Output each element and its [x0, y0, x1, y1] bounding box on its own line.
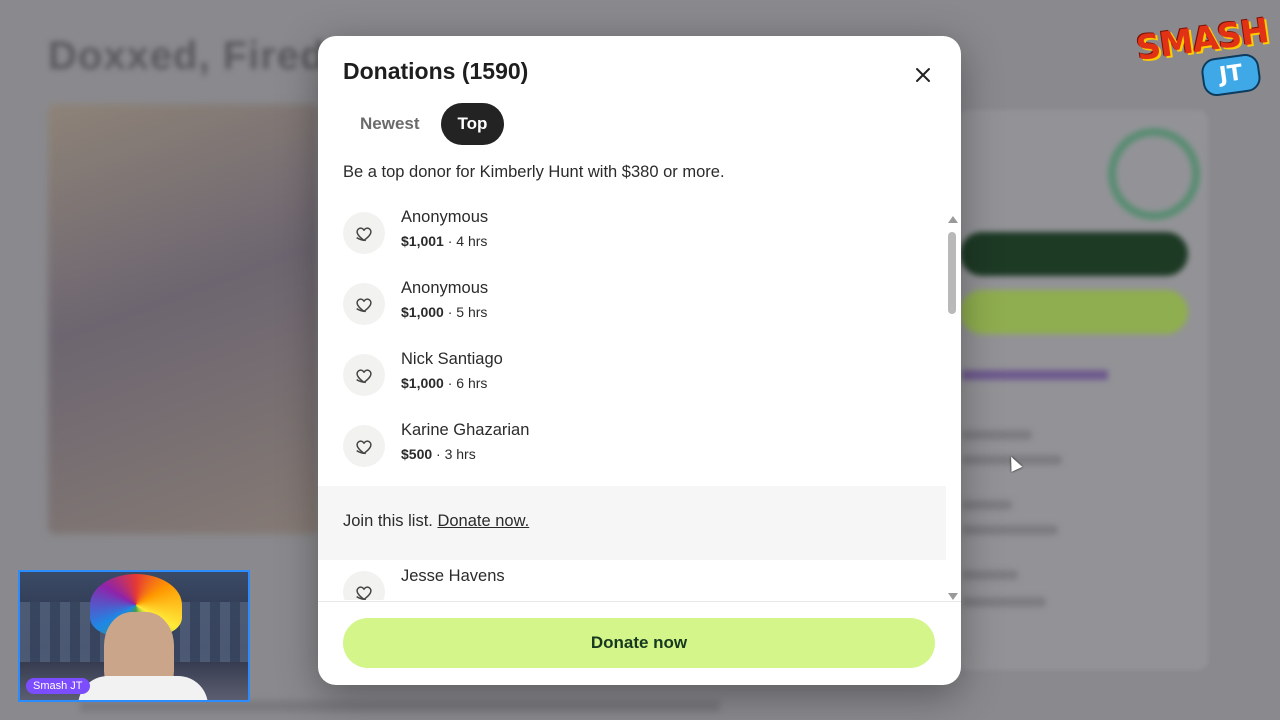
webcam-shirt: [78, 676, 208, 700]
donor-name: Nick Santiago: [401, 350, 503, 368]
smash-jt-logo: SMASH JT: [1134, 11, 1271, 98]
sort-tabs: Newest Top: [343, 103, 505, 145]
donor-name: Jesse Havens: [401, 567, 505, 585]
heart-hand-icon: [343, 283, 385, 325]
donation-time: · 4 hrs: [447, 233, 488, 249]
webcam-name-label: Smash JT: [26, 678, 90, 694]
donor-name: Anonymous: [401, 208, 489, 226]
list-item: Nick Santiago $1,000 · 6 hrs: [343, 348, 903, 404]
join-list-label: Join this list.: [343, 512, 433, 530]
background-highlight-line: [962, 370, 1108, 380]
logo-sub-text: JT: [1199, 52, 1263, 98]
scroll-up-arrow-icon[interactable]: [948, 216, 958, 223]
background-fundraiser-photo: [48, 104, 318, 534]
list-item: Anonymous $1,001 · 4 hrs: [343, 206, 903, 262]
list-item: Anonymous $1,000 · 5 hrs: [343, 277, 903, 333]
background-share-button: [960, 232, 1188, 276]
donation-time: · 5 hrs: [447, 304, 488, 320]
list-item: Karine Ghazarian $500 · 3 hrs: [343, 419, 903, 475]
donation-amount: $1,000: [401, 304, 444, 320]
join-donate-link[interactable]: Donate now.: [437, 512, 529, 530]
donation-amount: $500: [401, 446, 433, 462]
scroll-down-arrow-icon[interactable]: [948, 593, 958, 600]
close-icon: [916, 68, 930, 82]
heart-hand-icon: [343, 425, 385, 467]
background-text-line: [962, 597, 1046, 607]
donor-meta: $1,000 · 6 hrs: [401, 375, 487, 391]
background-text-line: [962, 500, 1012, 510]
donations-modal: Donations (1590) Newest Top Be a top don…: [318, 36, 961, 685]
modal-title: Donations (1590): [343, 58, 529, 84]
footer-divider: [318, 601, 961, 602]
background-donate-button: [960, 290, 1188, 334]
background-page-title: Doxxed, Fired,: [48, 34, 338, 78]
donation-time: · 3 hrs: [436, 446, 476, 462]
donation-amount: $1,001: [401, 233, 444, 249]
join-list-row: Join this list. Donate now.: [318, 486, 946, 560]
donate-now-button[interactable]: Donate now: [343, 618, 935, 668]
list-scrollbar[interactable]: [946, 216, 960, 600]
donor-name: Anonymous: [401, 279, 489, 297]
donor-meta: $1,001 · 4 hrs: [401, 233, 487, 249]
list-item: Jesse Havens: [343, 565, 903, 600]
donor-meta: $500 · 3 hrs: [401, 446, 476, 462]
background-text-line: [962, 430, 1032, 440]
donor-meta: $1,000 · 5 hrs: [401, 304, 487, 320]
close-button[interactable]: [908, 60, 938, 90]
donation-time: · 6 hrs: [447, 375, 488, 391]
background-text-line: [962, 525, 1058, 535]
donation-amount: $1,000: [401, 375, 444, 391]
background-progress-ring: [1108, 128, 1200, 220]
heart-hand-icon: [343, 212, 385, 254]
heart-hand-icon: [343, 354, 385, 396]
scroll-thumb[interactable]: [948, 232, 956, 314]
top-donor-note: Be a top donor for Kimberly Hunt with $3…: [343, 163, 725, 181]
webcam-overlay: Smash JT: [18, 570, 250, 702]
heart-hand-icon: [343, 571, 385, 600]
background-text-line: [962, 570, 1018, 580]
join-list-text: Join this list. Donate now.: [343, 512, 529, 531]
tab-top[interactable]: Top: [440, 103, 505, 145]
donor-name: Karine Ghazarian: [401, 421, 530, 439]
tab-newest[interactable]: Newest: [343, 103, 437, 145]
donation-list[interactable]: Anonymous $1,001 · 4 hrs Anonymous $1,00…: [318, 204, 946, 600]
